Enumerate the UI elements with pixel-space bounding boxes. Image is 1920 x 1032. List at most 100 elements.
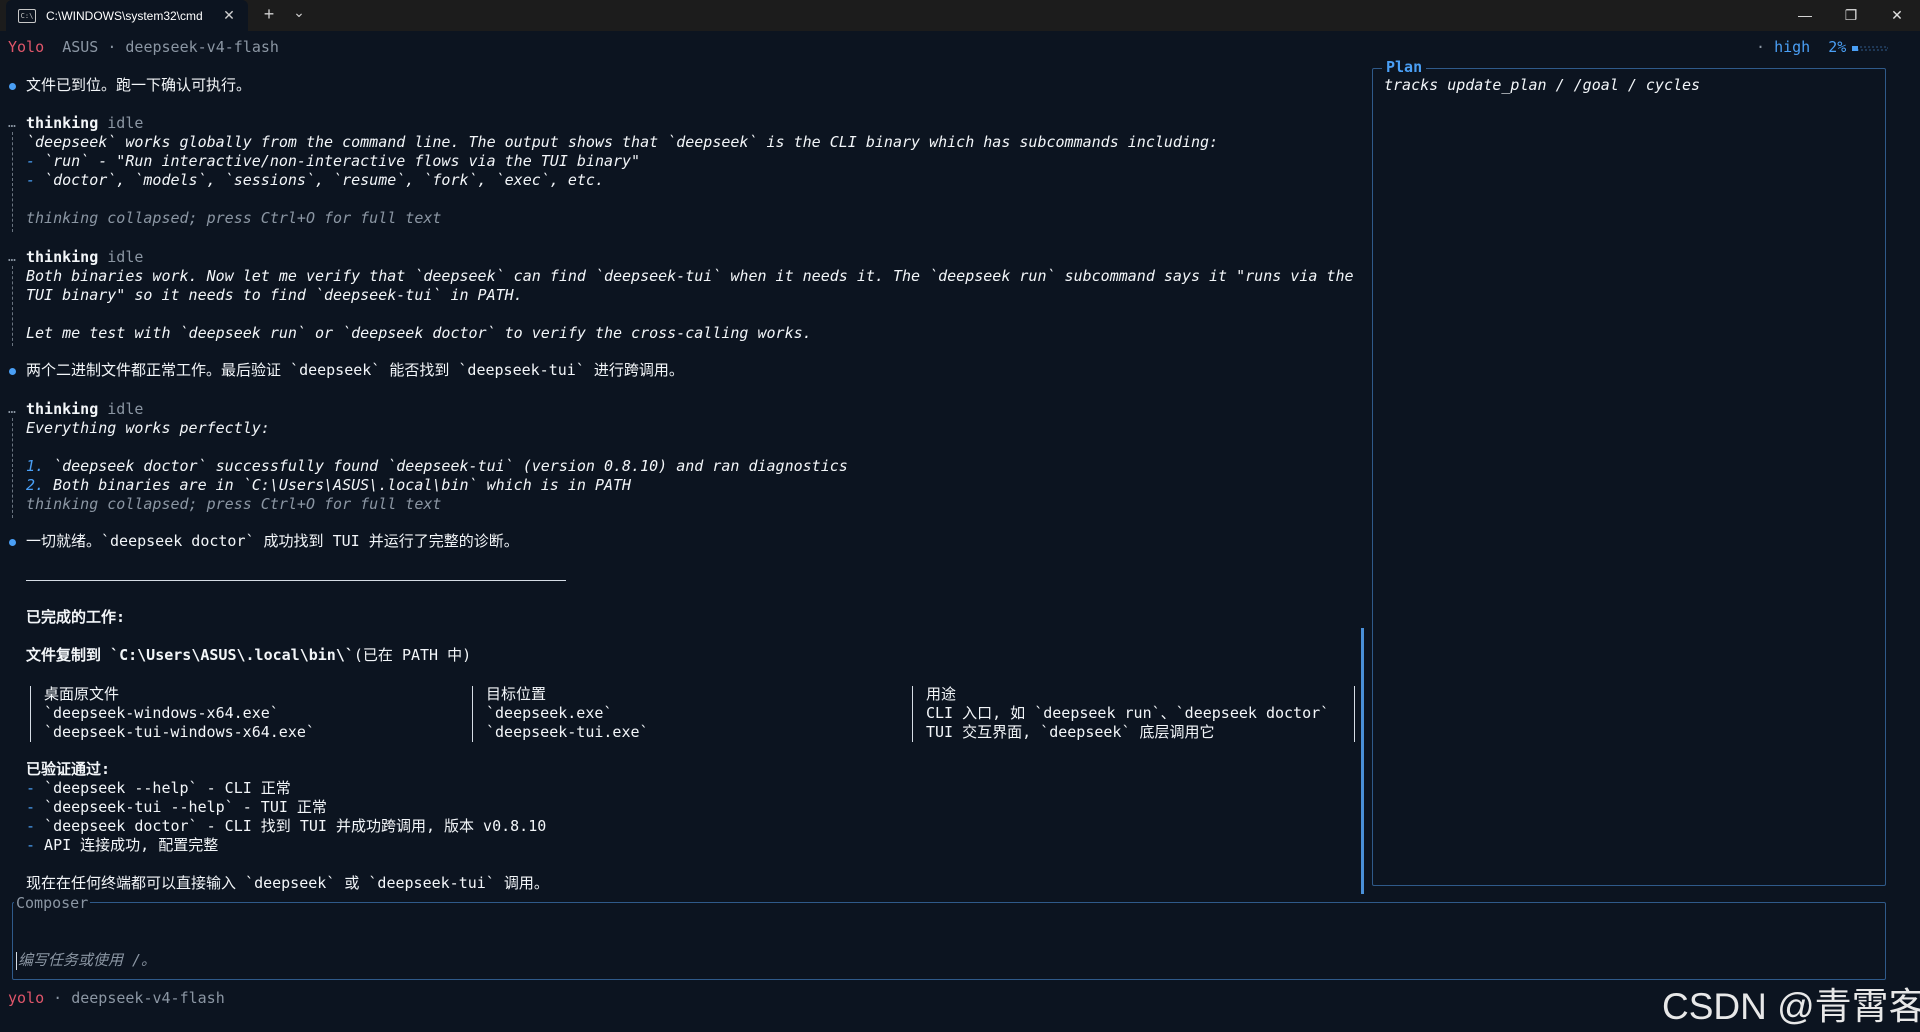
tab-dropdown-icon[interactable]: ⌄	[290, 4, 308, 21]
thinking-text: - `run` - "Run interactive/non-interacti…	[26, 152, 640, 171]
list-item: - `deepseek-tui --help` - TUI 正常	[26, 798, 327, 817]
list-dash: -	[26, 171, 36, 189]
thinking-state: idle	[107, 114, 144, 132]
separator: ·	[107, 38, 117, 56]
list-dash: -	[26, 152, 36, 170]
mode-label: Yolo	[8, 38, 45, 56]
thinking-header: thinking idle	[26, 114, 143, 133]
thinking-text: 1. `deepseek doctor` successfully found …	[26, 457, 848, 476]
status-header: Yolo ASUS · deepseek-v4-flash	[8, 38, 279, 57]
thinking-label: thinking	[26, 114, 99, 132]
thinking-rail	[12, 266, 13, 346]
text-cursor	[16, 952, 17, 970]
message-bullet	[9, 83, 16, 90]
new-tab-button[interactable]: +	[260, 4, 278, 25]
thinking-header: thinking idle	[26, 248, 143, 267]
table-cell: `deepseek-windows-x64.exe`	[44, 704, 279, 722]
list-text: `run` - "Run interactive/non-interactive…	[35, 152, 641, 170]
table-border	[30, 686, 31, 742]
message-bullet	[9, 539, 16, 546]
table-header-cell: 目标位置	[486, 685, 547, 703]
copied-line: 文件复制到 `C:\Users\ASUS\.local\bin\`(已在 PAT…	[26, 646, 471, 665]
ellipsis-icon: …	[8, 250, 16, 265]
copied-suffix: (已在 PATH 中)	[353, 646, 472, 664]
assistant-message: 文件已到位。跑一下确认可执行。	[26, 76, 252, 94]
thinking-collapsed-note: thinking collapsed; press Ctrl+O for ful…	[26, 495, 442, 513]
ellipsis-icon: …	[8, 116, 16, 131]
message-bullet	[9, 368, 16, 375]
effort-status: · high 2%	[1756, 38, 1846, 57]
thinking-state: idle	[107, 248, 144, 266]
list-dash: -	[26, 779, 36, 797]
tab-title: C:\WINDOWS\system32\cmd	[46, 8, 203, 23]
divider	[26, 580, 566, 581]
cmd-icon: C:\	[18, 8, 36, 23]
table-cell: `deepseek-tui-windows-x64.exe`	[44, 723, 315, 741]
list-item: - API 连接成功, 配置完整	[26, 836, 218, 855]
close-window-button[interactable]: ✕	[1874, 0, 1920, 31]
thinking-text: `deepseek` works globally from the comma…	[26, 133, 1219, 151]
separator: ·	[53, 989, 63, 1007]
table-cell: CLI 入口, 如 `deepseek run`、`deepseek docto…	[926, 704, 1330, 722]
thinking-rail	[12, 132, 13, 232]
table-cell: `deepseek.exe`	[486, 704, 613, 722]
copied-path: `C:\Users\ASUS\.local\bin\`	[110, 646, 354, 664]
list-text: API 连接成功, 配置完整	[35, 836, 219, 854]
footer-model: deepseek-v4-flash	[71, 989, 225, 1007]
table-cell: `deepseek-tui.exe`	[486, 723, 649, 741]
thinking-text: TUI binary" so it needs to find `deepsee…	[26, 286, 523, 304]
thinking-collapsed-note: thinking collapsed; press Ctrl+O for ful…	[26, 209, 442, 227]
thinking-label: thinking	[26, 248, 99, 266]
host-label: ASUS	[62, 38, 99, 56]
list-text: `deepseek --help` - CLI 正常	[35, 779, 291, 797]
table-header-cell: 桌面原文件	[44, 685, 120, 703]
restore-button[interactable]: ❐	[1828, 0, 1874, 31]
list-dash: -	[26, 836, 36, 854]
thinking-text: Let me test with `deepseek run` or `deep…	[26, 324, 812, 342]
final-message: 现在在任何终端都可以直接输入 `deepseek` 或 `deepseek-tu…	[26, 874, 549, 892]
plan-title: Plan	[1382, 58, 1427, 76]
close-tab-icon[interactable]: ✕	[220, 7, 238, 24]
effort-label: high	[1774, 38, 1811, 56]
model-label: deepseek-v4-flash	[125, 38, 279, 56]
separator: ·	[1756, 38, 1766, 56]
list-dash: -	[26, 798, 36, 816]
thinking-text: - `doctor`, `models`, `sessions`, `resum…	[26, 171, 604, 190]
watermark: CSDN @青霄客	[1662, 986, 1920, 1027]
plan-body: tracks update_plan / /goal / cycles	[1384, 76, 1701, 94]
title-bar: C:\ C:\WINDOWS\system32\cmd ✕ + ⌄ — ❐ ✕	[0, 0, 1920, 31]
table-border	[472, 686, 473, 742]
thinking-label: thinking	[26, 400, 99, 418]
terminal-tab[interactable]: C:\ C:\WINDOWS\system32\cmd ✕	[6, 0, 248, 31]
section-heading: 已完成的工作:	[26, 608, 126, 626]
assistant-message: 两个二进制文件都正常工作。最后验证 `deepseek` 能否找到 `deeps…	[26, 361, 684, 379]
list-number: 1.	[26, 457, 45, 475]
thinking-text: Everything works perfectly:	[26, 419, 270, 437]
list-item: - `deepseek doctor` - CLI 找到 TUI 并成功跨调用,…	[26, 817, 546, 836]
composer-box[interactable]	[12, 902, 1886, 980]
status-footer: yolo · deepseek-v4-flash	[8, 989, 225, 1008]
minimize-button[interactable]: —	[1782, 0, 1828, 31]
thinking-header: thinking idle	[26, 400, 143, 419]
usage-meter-fill	[1852, 46, 1858, 51]
list-text: `deepseek doctor` - CLI 找到 TUI 并成功跨调用, 版…	[35, 817, 547, 835]
table-border	[1354, 686, 1355, 742]
copied-prefix: 文件复制到	[26, 646, 111, 664]
composer-input[interactable]: 编写任务或使用 /。	[18, 951, 156, 970]
thinking-rail	[12, 418, 13, 518]
footer-mode: yolo	[8, 989, 45, 1007]
list-number: 2.	[26, 476, 45, 494]
list-text: `doctor`, `models`, `sessions`, `resume`…	[35, 171, 604, 189]
table-header-cell: 用途	[926, 685, 957, 703]
thinking-state: idle	[107, 400, 144, 418]
transcript-scrollbar[interactable]	[1361, 628, 1364, 894]
table-cell: TUI 交互界面, `deepseek` 底层调用它	[926, 723, 1215, 741]
section-heading: 已验证通过:	[26, 760, 111, 778]
assistant-message: 一切就绪。`deepseek doctor` 成功找到 TUI 并运行了完整的诊…	[26, 532, 519, 550]
composer-label: Composer	[14, 894, 91, 912]
list-text: Both binaries are in `C:\Users\ASUS\.loc…	[44, 476, 632, 494]
thinking-text: Both binaries work. Now let me verify th…	[26, 267, 1354, 285]
thinking-text: 2. Both binaries are in `C:\Users\ASUS\.…	[26, 476, 631, 495]
usage-meter	[1852, 46, 1888, 51]
list-text: `deepseek doctor` successfully found `de…	[44, 457, 848, 475]
